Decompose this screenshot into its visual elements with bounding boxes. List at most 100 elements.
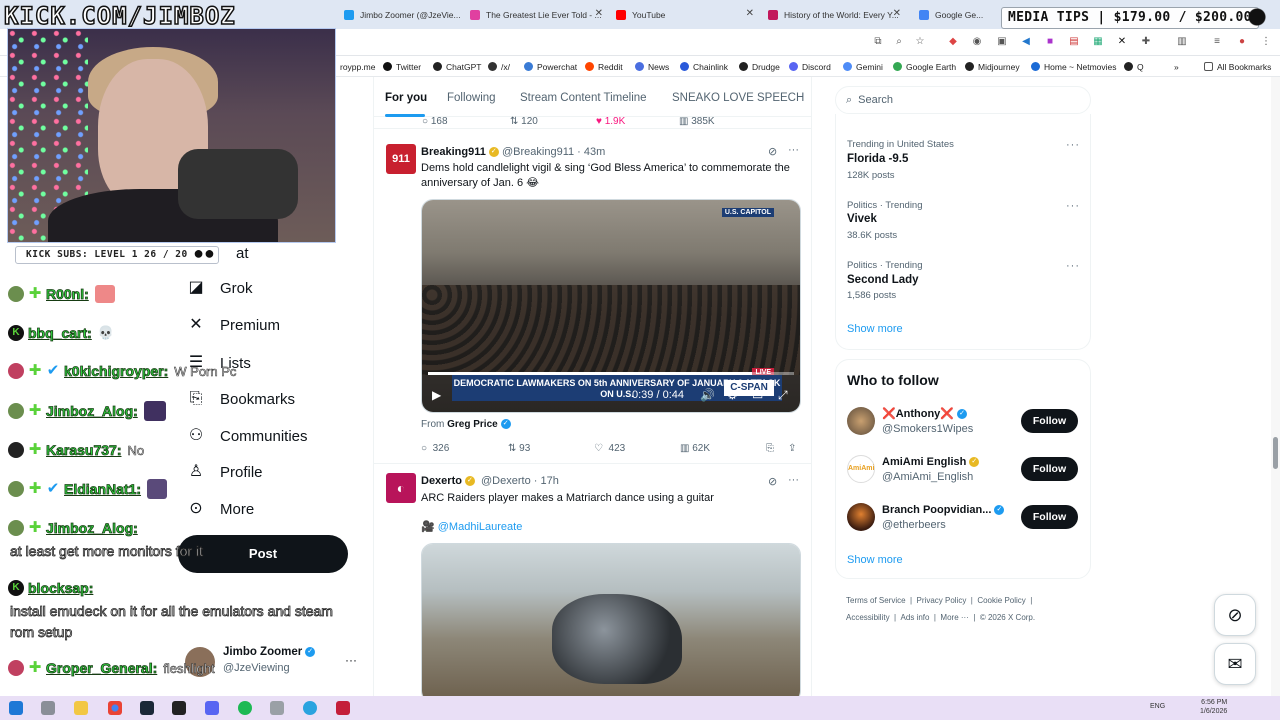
grok-icon[interactable]: ⊘ (768, 475, 777, 488)
discord-icon[interactable] (205, 701, 219, 715)
pip-icon[interactable]: ▭ (752, 388, 763, 402)
page-scrollbar[interactable] (1271, 77, 1280, 696)
bookmark-item[interactable]: Q (1124, 60, 1144, 73)
app-icon[interactable] (336, 701, 350, 715)
x-extension-icon[interactable]: ✕ (1116, 36, 1128, 48)
play-icon[interactable]: ▶ (432, 388, 441, 402)
footer-privacy-link[interactable]: Privacy Policy (917, 596, 967, 605)
browser-tab[interactable]: The Greatest Lie Ever Told - ... ✕ (466, 4, 606, 26)
close-tab-icon[interactable]: ✕ (746, 8, 754, 19)
share-icon[interactable]: ⇪ (788, 441, 796, 455)
repost-count[interactable]: ⇅ 93 (508, 441, 530, 455)
tab-for-you[interactable]: For you (385, 92, 427, 104)
view-count[interactable]: ▥ 62K (680, 441, 710, 455)
extension-icon[interactable]: ◀ (1020, 36, 1032, 48)
bookmark-item[interactable]: Discord (789, 60, 831, 73)
more-dots-icon[interactable]: ··· (1066, 139, 1080, 151)
bookmark-item[interactable]: Powerchat (524, 60, 577, 73)
language-indicator[interactable]: ENG (1150, 703, 1165, 710)
telegram-icon[interactable] (303, 701, 317, 715)
trend-name[interactable]: Florida -9.5 (847, 153, 908, 165)
avatar[interactable] (847, 407, 875, 435)
extension-icon[interactable]: ◉ (971, 36, 983, 48)
author-handle[interactable]: @Breaking911 · 43m (502, 146, 605, 158)
mention-link[interactable]: @MadhiLaureate (438, 521, 523, 533)
bookmark-item[interactable]: Google Earth (893, 60, 956, 73)
chrome-icon[interactable] (108, 701, 122, 715)
search-input[interactable]: ⌕ Search (835, 86, 1091, 114)
author-name[interactable]: Dexerto (421, 475, 462, 487)
repost-count[interactable]: ⇅ 120 (510, 114, 538, 128)
more-dots-icon[interactable]: ··· (788, 144, 799, 156)
footer-cookie-link[interactable]: Cookie Policy (977, 596, 1025, 605)
reading-list-icon[interactable]: ≡ (1211, 36, 1223, 48)
bookmark-item[interactable]: Midjourney (965, 60, 1020, 73)
browser-tab[interactable]: YouTube ✕ (612, 4, 757, 26)
terminal-icon[interactable] (172, 701, 186, 715)
trend-name[interactable]: Vivek (847, 213, 877, 225)
browser-menu-icon[interactable]: ⋮ (1260, 36, 1272, 48)
avatar[interactable]: 911 (386, 144, 416, 174)
suggestion-name[interactable]: Branch Poopvidian... (882, 504, 991, 516)
browser-tab[interactable]: Jimbo Zoomer (@JzeVie... (340, 4, 460, 26)
reply-count[interactable]: ○ 168 (422, 114, 448, 128)
profile-avatar-icon[interactable]: ● (1236, 36, 1248, 48)
video-player[interactable]: U.S. CAPITOL LIVE DEMOCRATIC LAWMAKERS O… (421, 199, 801, 413)
volume-icon[interactable]: 🔊 (700, 388, 715, 402)
star-icon[interactable]: ☆ (914, 36, 926, 48)
scrollbar-thumb[interactable] (1273, 437, 1278, 469)
bookmark-item[interactable]: Reddit (585, 60, 623, 73)
like-count[interactable]: ♥ 1.9K (596, 114, 625, 128)
like-count[interactable]: ♡ 423 (594, 441, 625, 455)
system-clock[interactable]: 6:56 PM 1/6/2026 (1200, 698, 1227, 716)
close-tab-icon[interactable]: ✕ (893, 8, 901, 19)
messages-fab-icon[interactable]: ✉ (1214, 643, 1256, 685)
browser-tab[interactable]: History of the World: Every Y... ✕ (764, 4, 904, 26)
suggestion-name[interactable]: ❌Anthony❌ (882, 408, 954, 420)
extension-icon[interactable]: ▣ (996, 36, 1008, 48)
tab-following[interactable]: Following (447, 92, 496, 104)
bookmark-item[interactable]: roypp.me (340, 60, 375, 73)
more-dots-icon[interactable]: ··· (788, 474, 799, 486)
video-player[interactable] (421, 543, 801, 697)
avatar[interactable]: ◐ (386, 473, 416, 503)
extensions-puzzle-icon[interactable]: ✚ (1140, 36, 1152, 48)
bookmark-item[interactable]: Drudge (739, 60, 780, 73)
browser-tab[interactable]: Google Ge... (915, 4, 985, 26)
tab-stream-content[interactable]: Stream Content Timeline (520, 92, 647, 104)
suggestion-name[interactable]: AmiAmi English (882, 456, 966, 468)
extension-icon[interactable]: ◆ (947, 36, 959, 48)
footer-terms-link[interactable]: Terms of Service (846, 596, 906, 605)
bookmark-item[interactable]: Twitter (383, 60, 421, 73)
author-name[interactable]: Breaking911 (421, 146, 486, 158)
sidebar-toggle-icon[interactable]: ▥ (1176, 36, 1188, 48)
author-handle[interactable]: @Dexerto · 17h (481, 475, 559, 487)
bookmark-item[interactable]: /x/ (488, 60, 510, 73)
install-icon[interactable]: ⧉ (872, 36, 884, 48)
settings-gear-icon[interactable]: ⚙ (727, 388, 738, 402)
bookmark-item[interactable]: ChatGPT (433, 60, 481, 73)
extension-icon[interactable]: ▤ (1068, 36, 1080, 48)
close-tab-icon[interactable]: ✕ (595, 8, 603, 19)
bookmark-item[interactable]: Chainlink (680, 60, 728, 73)
bookmark-item[interactable]: Home ~ Netmovies (1031, 60, 1117, 73)
bookmark-item[interactable]: Gemini (843, 60, 883, 73)
more-dots-icon[interactable]: ··· (1066, 260, 1080, 272)
zoom-icon[interactable]: ⌕ (893, 36, 905, 48)
more-dots-icon[interactable]: ··· (1066, 200, 1080, 212)
avatar[interactable]: AmiAmi (847, 455, 875, 483)
follow-button[interactable]: Follow (1021, 505, 1078, 529)
view-count[interactable]: ▥ 385K (679, 114, 715, 128)
grok-fab-icon[interactable]: ⊘ (1214, 594, 1256, 636)
fullscreen-icon[interactable]: ⤢ (778, 388, 788, 403)
grok-icon[interactable]: ⊘ (768, 145, 777, 158)
file-explorer-icon[interactable] (74, 701, 88, 715)
bookmarks-overflow-icon[interactable]: » (1174, 60, 1179, 73)
nav-partial[interactable]: ●● at (186, 241, 248, 265)
task-view-icon[interactable] (41, 701, 55, 715)
bookmark-item[interactable]: News (635, 60, 669, 73)
video-progress-bar[interactable] (428, 372, 794, 375)
app-icon[interactable] (270, 701, 284, 715)
all-bookmarks[interactable]: All Bookmarks (1204, 60, 1271, 73)
source-account-link[interactable]: Greg Price (447, 419, 498, 430)
